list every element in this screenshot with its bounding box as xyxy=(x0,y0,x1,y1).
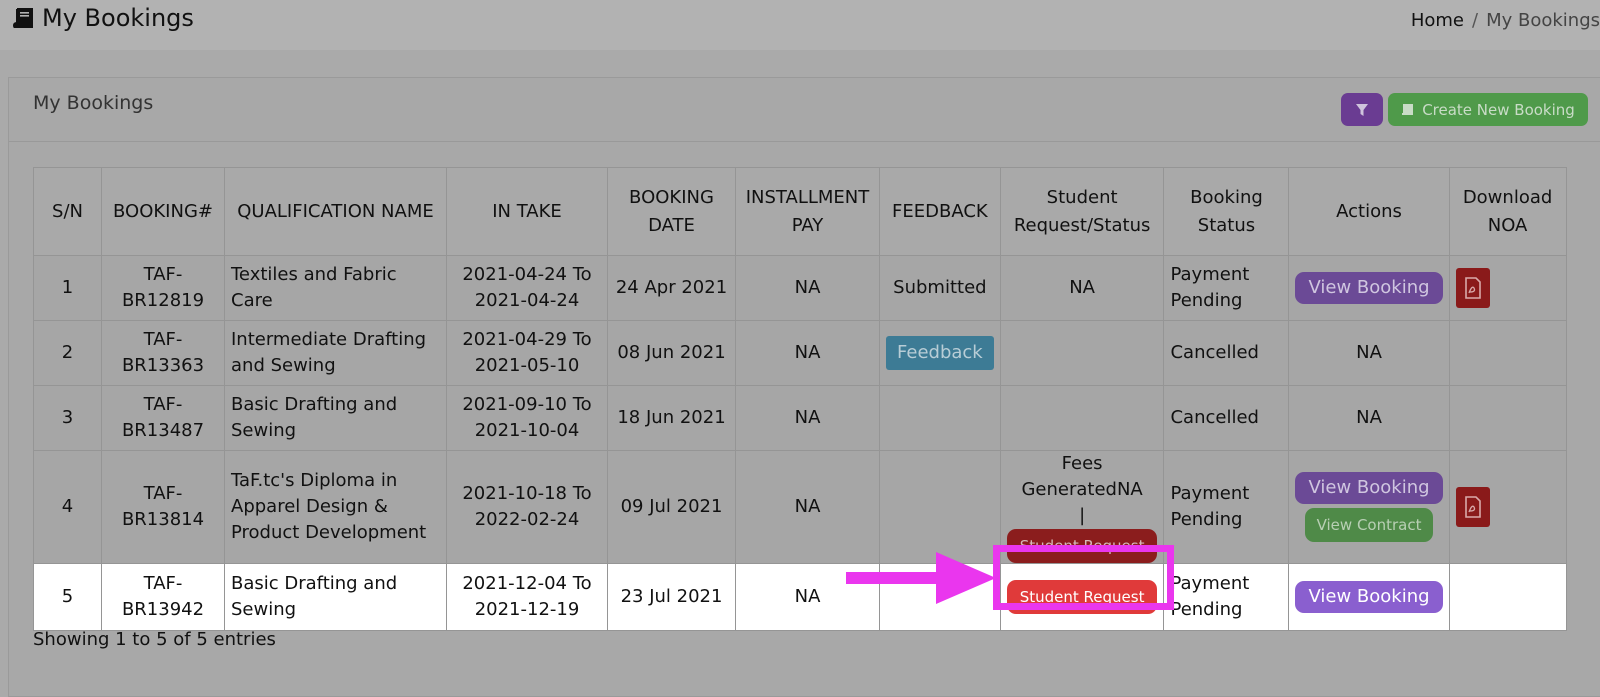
cell-sn: 5 xyxy=(33,563,102,631)
cell-intake: 2021-04-29 To 2021-05-10 xyxy=(446,320,608,386)
column-header[interactable]: Actions xyxy=(1288,167,1450,256)
cell-actions: View Booking xyxy=(1288,255,1450,321)
cell-download-noa xyxy=(1448,255,1567,321)
bookings-table: S/N BOOKING# QUALIFICATION NAME IN TAKE … xyxy=(33,167,1567,631)
column-header[interactable]: FEEDBACK xyxy=(879,167,1001,256)
column-header[interactable]: INSTALLMENT PAY xyxy=(735,167,880,256)
cell-download-noa xyxy=(1448,563,1567,631)
create-new-booking-button[interactable]: Create New Booking xyxy=(1388,93,1588,126)
book-icon xyxy=(12,8,33,28)
breadcrumb: Home / My Bookings xyxy=(1411,10,1600,31)
column-header[interactable]: IN TAKE xyxy=(446,167,608,256)
feedback-button[interactable]: Feedback xyxy=(886,336,994,370)
cell-booking-number: TAF-BR13814 xyxy=(101,450,225,564)
cell-feedback xyxy=(879,450,1001,564)
filter-icon xyxy=(1356,103,1368,116)
cell-sn: 2 xyxy=(33,320,102,386)
cell-qualification: Intermediate Drafting and Sewing xyxy=(224,320,447,386)
cell-booking-status: Payment Pending xyxy=(1163,255,1290,321)
column-header[interactable]: QUALIFICATION NAME xyxy=(224,167,447,256)
cell-booking-status: Cancelled xyxy=(1163,320,1290,386)
cell-sn: 1 xyxy=(33,255,102,321)
view-booking-button[interactable]: View Booking xyxy=(1295,581,1443,613)
card-header: My Bookings Create New Booking xyxy=(9,78,1600,142)
cell-actions: NA xyxy=(1288,385,1450,451)
card-title: My Bookings xyxy=(33,92,154,114)
cell-booking-date: 09 Jul 2021 xyxy=(607,450,736,564)
cell-booking-number: TAF-BR13942 xyxy=(101,563,225,631)
annotation-arrow-icon xyxy=(846,552,996,604)
pdf-icon xyxy=(1464,496,1481,518)
book-icon xyxy=(1402,104,1414,115)
cell-qualification: Basic Drafting and Sewing xyxy=(224,563,447,631)
table-row: 3 TAF-BR13487 Basic Drafting and Sewing … xyxy=(33,385,1567,451)
table-header-row: S/N BOOKING# QUALIFICATION NAME IN TAKE … xyxy=(33,167,1567,256)
table-row: 4 TAF-BR13814 TaF.tc's Diploma in Appare… xyxy=(33,450,1567,564)
cell-request-status: NA xyxy=(999,255,1165,321)
cell-request-status xyxy=(999,385,1165,451)
column-header[interactable]: S/N xyxy=(33,167,102,256)
cell-intake: 2021-09-10 To 2021-10-04 xyxy=(446,385,608,451)
cell-booking-number: TAF-BR13487 xyxy=(101,385,225,451)
entries-info: Showing 1 to 5 of 5 entries xyxy=(33,629,276,650)
cell-qualification: TaF.tc's Diploma in Apparel Design & Pro… xyxy=(224,450,447,564)
page-title: My Bookings xyxy=(12,4,194,32)
cell-installment: NA xyxy=(735,255,880,321)
cell-booking-date: 08 Jun 2021 xyxy=(607,320,736,386)
column-header[interactable]: Student Request/Status xyxy=(999,167,1165,256)
cell-booking-number: TAF-BR13363 xyxy=(101,320,225,386)
cell-actions: NA xyxy=(1288,320,1450,386)
download-noa-button[interactable] xyxy=(1455,487,1490,527)
cell-feedback: Feedback xyxy=(879,320,1001,386)
top-header-bar: My Bookings Home / My Bookings xyxy=(0,0,1600,50)
pdf-icon xyxy=(1464,277,1481,299)
cell-installment: NA xyxy=(735,385,880,451)
cell-qualification: Textiles and Fabric Care xyxy=(224,255,447,321)
view-contract-button[interactable]: View Contract xyxy=(1304,508,1434,542)
cell-actions: View Booking View Contract xyxy=(1288,450,1450,564)
view-booking-button[interactable]: View Booking xyxy=(1295,472,1443,504)
cell-download-noa xyxy=(1448,320,1567,386)
cell-intake: 2021-10-18 To 2022-02-24 xyxy=(446,450,608,564)
cell-sn: 3 xyxy=(33,385,102,451)
filter-button[interactable] xyxy=(1341,93,1383,126)
cell-feedback: Submitted xyxy=(879,255,1001,321)
table-row: 1 TAF-BR12819 Textiles and Fabric Care 2… xyxy=(33,255,1567,321)
cell-booking-date: 18 Jun 2021 xyxy=(607,385,736,451)
cell-installment: NA xyxy=(735,320,880,386)
cell-booking-status: Cancelled xyxy=(1163,385,1290,451)
view-booking-button[interactable]: View Booking xyxy=(1295,272,1443,304)
column-header[interactable]: Booking Status xyxy=(1163,167,1290,256)
cell-booking-status: Payment Pending xyxy=(1163,450,1290,564)
cell-intake: 2021-12-04 To 2021-12-19 xyxy=(446,563,608,631)
breadcrumb-current: My Bookings xyxy=(1486,10,1600,31)
table-row: 2 TAF-BR13363 Intermediate Drafting and … xyxy=(33,320,1567,386)
cell-booking-date: 23 Jul 2021 xyxy=(607,563,736,631)
cell-feedback xyxy=(879,385,1001,451)
cell-qualification: Basic Drafting and Sewing xyxy=(224,385,447,451)
request-status-text: Fees GeneratedNA | xyxy=(1021,453,1143,526)
cell-booking-status: Payment Pending xyxy=(1163,563,1290,631)
cell-request-status xyxy=(999,320,1165,386)
page-title-text: My Bookings xyxy=(42,4,194,32)
cell-booking-date: 24 Apr 2021 xyxy=(607,255,736,321)
table-row-highlighted: 5 TAF-BR13942 Basic Drafting and Sewing … xyxy=(33,563,1567,631)
column-header[interactable]: Download NOA xyxy=(1448,167,1567,256)
download-noa-button[interactable] xyxy=(1455,268,1490,308)
create-new-booking-label: Create New Booking xyxy=(1422,100,1575,119)
breadcrumb-separator: / xyxy=(1472,10,1479,31)
cell-installment: NA xyxy=(735,450,880,564)
cell-download-noa xyxy=(1448,450,1567,564)
column-header[interactable]: BOOKING DATE xyxy=(607,167,736,256)
cell-download-noa xyxy=(1448,385,1567,451)
breadcrumb-home-link[interactable]: Home xyxy=(1411,10,1464,31)
cell-booking-number: TAF-BR12819 xyxy=(101,255,225,321)
annotation-highlight-box xyxy=(993,545,1174,610)
cell-intake: 2021-04-24 To 2021-04-24 xyxy=(446,255,608,321)
cell-sn: 4 xyxy=(33,450,102,564)
column-header[interactable]: BOOKING# xyxy=(101,167,225,256)
cell-actions: View Booking xyxy=(1288,563,1450,631)
